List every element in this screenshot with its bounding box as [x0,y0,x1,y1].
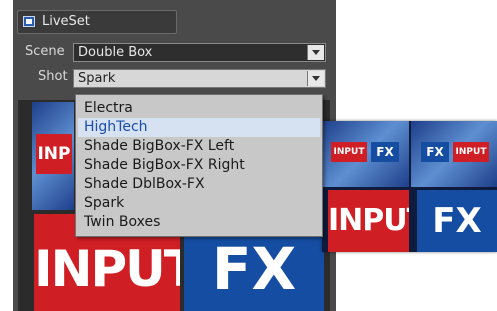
inset-big-input: INPUT [328,190,409,252]
preview-tile-spark: INP [32,102,74,210]
inset-badge-fx-2: FX [421,142,449,162]
inset-badge-input-2: INPUT [453,142,489,162]
shot-select[interactable]: Spark [73,69,326,88]
liveset-window-icon [23,16,35,27]
shot-option-spark[interactable]: Spark [78,194,320,213]
inset-badge-input-1: INPUT [331,142,367,162]
chevron-down-icon[interactable] [307,45,324,60]
shot-option-shade-dblbox-fx[interactable]: Shade DblBox-FX [78,175,320,194]
shot-option-shade-bigbox-fx-right[interactable]: Shade BigBox-FX Right [78,156,320,175]
scene-select[interactable]: Double Box [73,43,326,62]
shot-value: Spark [78,71,116,86]
inset-badge-fx-1: FX [371,142,399,162]
inset-tile-2: FX INPUT [411,121,497,187]
effect-preview-inset: INPUT FX FX INPUT INPUT FX [322,121,497,252]
preview-partial-input: INP [36,134,72,174]
inset-big-fx: FX [417,190,497,252]
shot-option-shade-bigbox-fx-left[interactable]: Shade BigBox-FX Left [78,137,320,156]
shot-dropdown-list: Electra HighTech Shade BigBox-FX Left Sh… [75,94,323,237]
liveset-title-tab[interactable]: LiveSet [17,10,177,34]
chevron-down-icon[interactable] [307,71,324,86]
inset-tile-1: INPUT FX [322,121,409,187]
shot-option-electra[interactable]: Electra [78,99,320,118]
window-title: LiveSet [42,14,90,29]
scene-label: Scene [25,44,65,59]
shot-option-twin-boxes[interactable]: Twin Boxes [78,213,320,232]
shot-label: Shot [38,69,68,84]
shot-option-hightech[interactable]: HighTech [78,118,320,137]
scene-value: Double Box [78,45,153,60]
